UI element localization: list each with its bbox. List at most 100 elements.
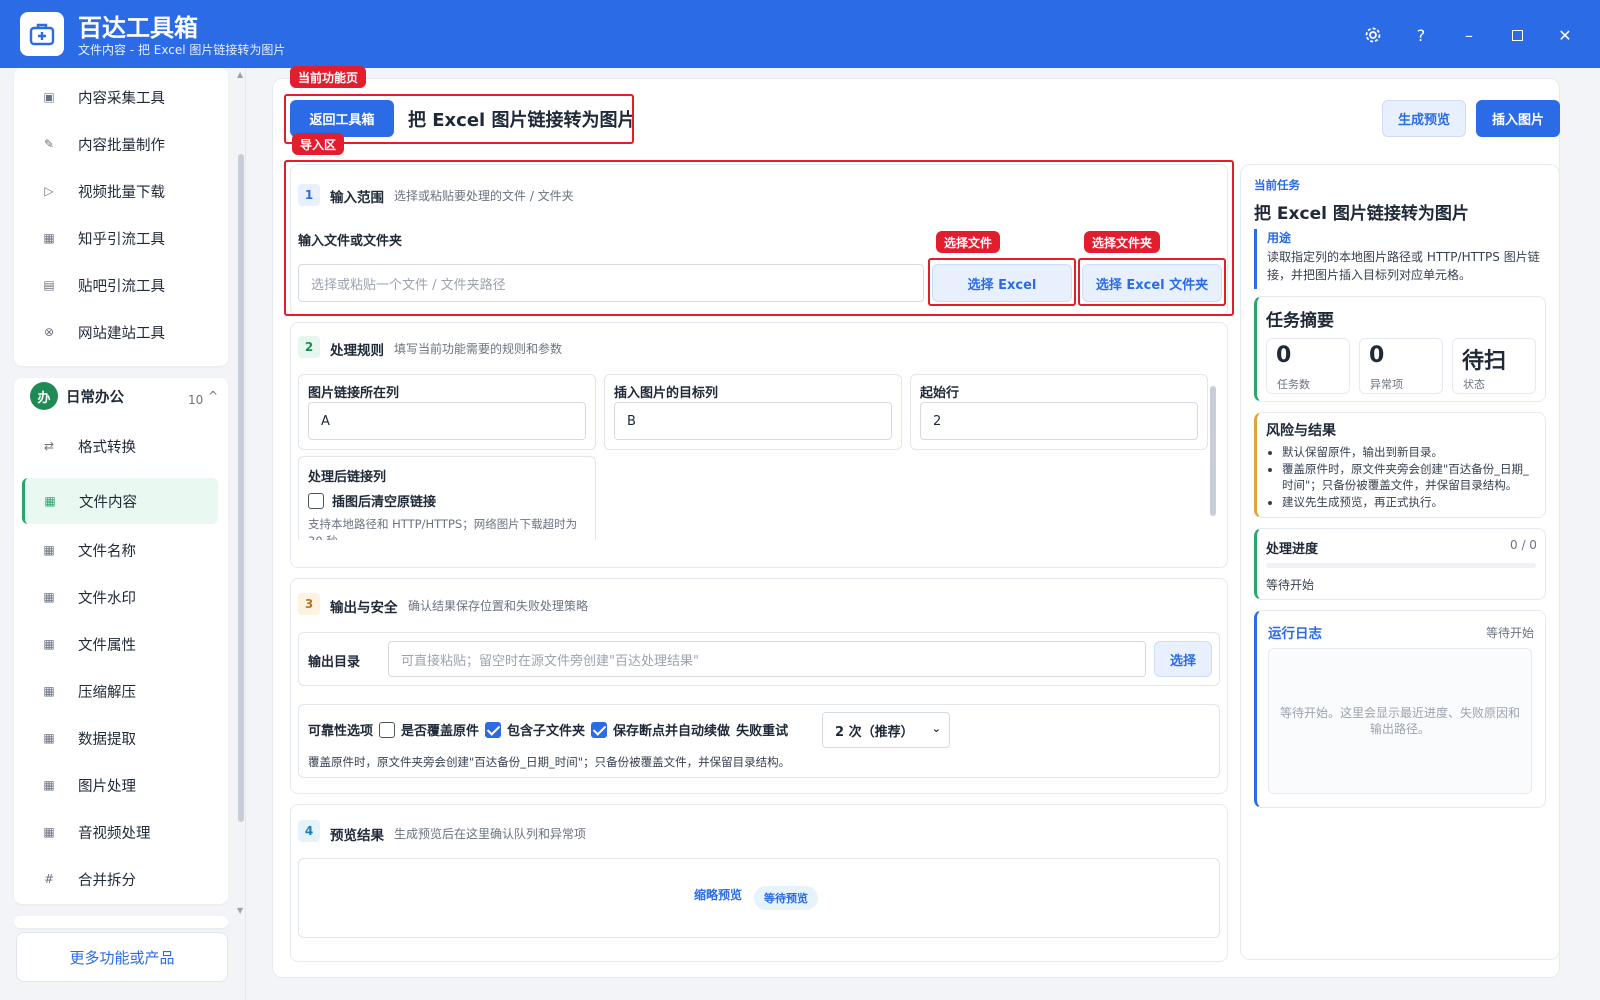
video-icon: ▷ bbox=[44, 184, 54, 198]
group-title: 日常办公 bbox=[66, 389, 124, 406]
usage-block: 用途 读取指定列的本地图片路径或 HTTP/HTTPS 图片链接，并把图片插入目… bbox=[1254, 229, 1546, 289]
scroll-up-icon[interactable]: ▲ bbox=[237, 70, 243, 79]
clipboard-icon: ▣ bbox=[43, 90, 55, 104]
minimize-icon[interactable]: – bbox=[1456, 22, 1482, 48]
sidebar-item-format[interactable]: ⇄ 格式转换 bbox=[24, 425, 212, 467]
target-column-input[interactable]: B bbox=[614, 402, 892, 440]
stat-value: 0 bbox=[1369, 343, 1385, 368]
close-icon[interactable]: ✕ bbox=[1552, 22, 1578, 48]
risk-item: 建议先生成预览，再正式执行。 bbox=[1282, 494, 1540, 511]
progress-bar bbox=[1266, 563, 1536, 568]
section-number: 3 bbox=[298, 593, 320, 615]
usage-text: 读取指定列的本地图片路径或 HTTP/HTTPS 图片链接，并把图片插入目标列对… bbox=[1267, 250, 1540, 282]
retry-value: 2 次（推荐） bbox=[835, 724, 914, 740]
sidebar-item-content-collect[interactable]: ▣ 内容采集工具 bbox=[24, 76, 212, 118]
field-label: 处理后链接列 bbox=[308, 470, 387, 485]
maximize-icon[interactable] bbox=[1504, 22, 1530, 48]
resume-checkbox[interactable] bbox=[591, 721, 608, 738]
summary-title: 任务摘要 bbox=[1266, 311, 1334, 331]
overwrite-label: 是否覆盖原件 bbox=[401, 724, 480, 739]
sidebar-item-zhihu[interactable]: ▦ 知乎引流工具 bbox=[24, 217, 212, 259]
grid-icon: ▦ bbox=[43, 543, 55, 557]
toolbox-logo-icon bbox=[20, 12, 64, 56]
clear-link-option[interactable]: 插图后清空原链接 bbox=[308, 491, 436, 510]
stat-status: 待扫 状态 bbox=[1452, 338, 1536, 394]
log-title: 运行日志 bbox=[1268, 626, 1322, 642]
sidebar-item-compress[interactable]: ▦ 压缩解压 bbox=[24, 670, 212, 712]
tag-select-folder: 选择文件夹 bbox=[1084, 231, 1161, 253]
tag-import-area: 导入区 bbox=[292, 133, 345, 155]
output-dir-input[interactable]: 可直接粘贴；留空时在源文件旁创建"百达处理结果" bbox=[388, 641, 1146, 677]
scroll-down-icon[interactable]: ▼ bbox=[237, 906, 243, 915]
sidebar-item-media[interactable]: ▦ 音视频处理 bbox=[24, 811, 212, 853]
stat-value: 0 bbox=[1276, 343, 1292, 368]
gear-icon[interactable] bbox=[1360, 22, 1386, 48]
progress-count: 0 / 0 bbox=[1510, 538, 1537, 552]
sidebar-item-website[interactable]: ⊗ 网站建站工具 bbox=[24, 311, 212, 353]
grid-icon: ▦ bbox=[43, 684, 55, 698]
link-column-input[interactable]: A bbox=[308, 402, 586, 440]
globe-icon: ⊗ bbox=[43, 325, 55, 339]
risk-title: 风险与结果 bbox=[1266, 423, 1336, 439]
field-label: 插入图片的目标列 bbox=[614, 386, 719, 401]
sidebar-item-video-download[interactable]: ▷ 视频批量下载 bbox=[24, 170, 212, 212]
resume-label: 保存断点并自动续做 bbox=[613, 724, 731, 739]
reliability-label: 可靠性选项 bbox=[308, 724, 374, 739]
sidebar-item-image[interactable]: ▦ 图片处理 bbox=[24, 764, 212, 806]
message-icon: ▤ bbox=[43, 278, 55, 292]
chevron-up-icon[interactable]: ^ bbox=[208, 389, 218, 403]
stat-label: 任务数 bbox=[1277, 378, 1310, 391]
sidebar-item-tieba[interactable]: ▤ 贴吧引流工具 bbox=[24, 264, 212, 306]
field-label: 起始行 bbox=[920, 386, 960, 401]
sidebar-item-attributes[interactable]: ▦ 文件属性 bbox=[24, 623, 212, 665]
risk-list: 默认保留原件，输出到新目录。 覆盖原件时，原文件夹旁会创建"百达备份_日期_时间… bbox=[1282, 444, 1540, 511]
tag-select-file: 选择文件 bbox=[936, 231, 1001, 253]
group-badge: 办 bbox=[30, 382, 58, 410]
retry-select[interactable]: 2 次（推荐） ⌄ bbox=[822, 712, 950, 748]
help-icon[interactable]: ? bbox=[1408, 22, 1434, 48]
more-products-button[interactable]: 更多功能或产品 bbox=[16, 932, 228, 982]
sidebar-item-content-batch[interactable]: ✎ 内容批量制作 bbox=[24, 123, 212, 165]
current-task-title: 把 Excel 图片链接转为图片 bbox=[1254, 204, 1469, 224]
select-output-button[interactable]: 选择 bbox=[1154, 641, 1212, 677]
app-title: 百达工具箱 bbox=[78, 14, 198, 42]
log-content: 等待开始。这里会显示最近进度、失败原因和输出路径。 bbox=[1268, 648, 1532, 794]
hash-icon: # bbox=[43, 872, 55, 886]
clear-link-checkbox[interactable] bbox=[308, 492, 324, 509]
insert-image-button[interactable]: 插入图片 bbox=[1476, 100, 1560, 137]
zhihu-icon: ▦ bbox=[43, 231, 55, 245]
rules-scrollbar[interactable] bbox=[1210, 386, 1216, 516]
grid-icon: ▦ bbox=[43, 778, 55, 792]
section-desc: 填写当前功能需要的规则和参数 bbox=[394, 342, 563, 356]
sidebar-scrollbar[interactable] bbox=[238, 154, 244, 822]
grid-icon: ▦ bbox=[43, 590, 55, 604]
sidebar-item-watermark[interactable]: ▦ 文件水印 bbox=[24, 576, 212, 618]
highlight-select-file bbox=[928, 258, 1076, 306]
group-count: 10 bbox=[188, 393, 204, 407]
stat-label: 异常项 bbox=[1370, 378, 1403, 391]
stat-label: 状态 bbox=[1463, 378, 1485, 391]
overwrite-checkbox[interactable] bbox=[379, 721, 396, 738]
grid-icon: ▦ bbox=[43, 825, 55, 839]
generate-preview-button[interactable]: 生成预览 bbox=[1382, 100, 1466, 137]
log-status: 等待开始 bbox=[1486, 626, 1535, 640]
sidebar-item-file-content[interactable]: ▦ 文件内容 bbox=[22, 478, 218, 524]
subfolders-label: 包含子文件夹 bbox=[507, 724, 586, 739]
start-row-input[interactable]: 2 bbox=[920, 402, 1198, 440]
usage-label: 用途 bbox=[1267, 231, 1292, 245]
swap-icon: ⇄ bbox=[43, 439, 55, 453]
output-dir-label: 输出目录 bbox=[308, 655, 361, 670]
sidebar-group-office[interactable]: 办 日常办公 bbox=[30, 382, 124, 410]
grid-icon: ▦ bbox=[43, 637, 55, 651]
section-desc: 确认结果保存位置和失败处理策略 bbox=[408, 599, 589, 613]
risk-item: 默认保留原件，输出到新目录。 bbox=[1282, 444, 1540, 461]
pen-icon: ✎ bbox=[43, 137, 55, 151]
section-title: 处理规则 bbox=[330, 343, 384, 359]
subfolders-checkbox[interactable] bbox=[485, 721, 502, 738]
sidebar-item-file-name[interactable]: ▦ 文件名称 bbox=[24, 529, 212, 571]
sidebar-item-merge[interactable]: # 合并拆分 bbox=[24, 858, 212, 900]
sidebar-item-extract[interactable]: ▦ 数据提取 bbox=[24, 717, 212, 759]
section-number: 2 bbox=[298, 336, 320, 358]
grid-icon: ▦ bbox=[43, 731, 55, 745]
stat-value: 待扫 bbox=[1462, 349, 1507, 374]
